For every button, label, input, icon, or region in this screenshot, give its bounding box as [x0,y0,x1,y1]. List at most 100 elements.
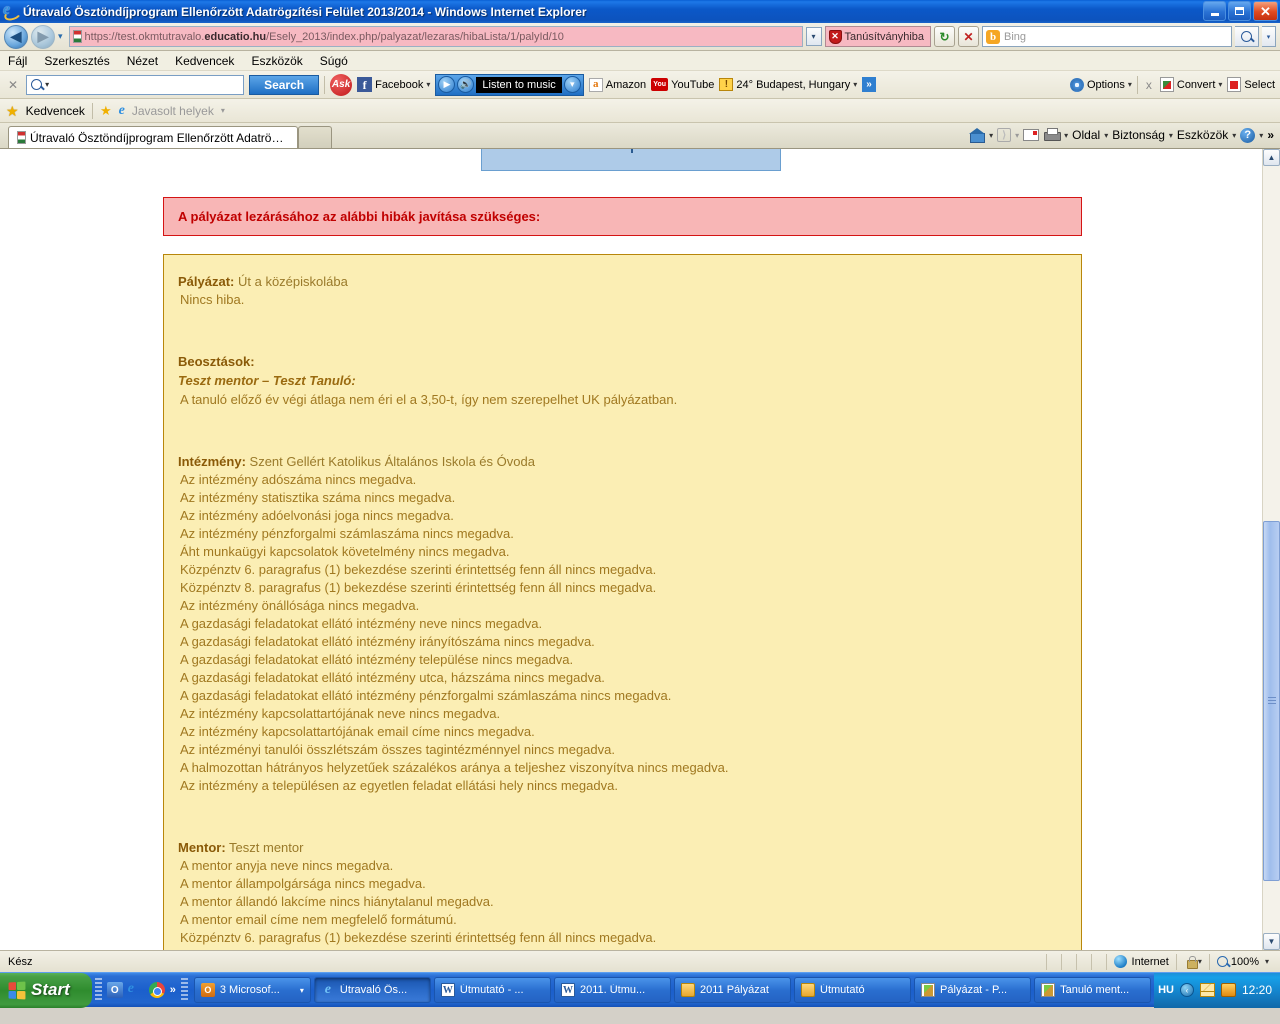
outlook-tray-icon[interactable] [1220,983,1236,997]
scroll-up-button[interactable]: ▲ [1263,149,1280,166]
weather-button[interactable]: ! 24° Budapest, Hungary ▾ [719,78,857,91]
chevron-down-icon[interactable]: ▾ [1265,957,1269,966]
volume-icon[interactable]: 🔊 [457,76,475,93]
favorites-divider [91,102,93,119]
internet-explorer-quicklaunch-icon[interactable]: e [128,982,144,998]
zoom-control[interactable]: 100% ▾ [1210,954,1276,970]
suggested-sites-button[interactable]: Javasolt helyek [132,104,214,118]
close-button[interactable]: ✕ [1253,1,1278,21]
facebook-button[interactable]: f Facebook ▾ [357,77,430,92]
window-title: Útravaló Ösztöndíjprogram Ellenőrzött Ad… [23,4,587,19]
search-go-button[interactable] [1235,26,1259,47]
suggested-sites-icon: e [118,102,125,118]
ask-search-input[interactable]: ▾ [26,74,245,95]
browser-search-input[interactable]: b Bing [982,26,1232,47]
taskbar-item[interactable]: 2011 Pályázat [673,977,792,1003]
menu-item-nezet[interactable]: Nézet [127,54,158,68]
refresh-button[interactable]: ↻ [934,26,955,47]
help-icon[interactable]: ? [1240,127,1256,143]
menu-item-fajl[interactable]: Fájl [8,54,27,68]
security-zone[interactable]: Internet [1107,954,1176,970]
scroll-down-button[interactable]: ▼ [1263,933,1280,950]
forward-button[interactable]: ▶ [31,24,55,49]
youtube-button[interactable]: You YouTube [651,78,714,91]
favorites-button[interactable]: Kedvencek [26,104,85,118]
tab-bar-tools: ▾ ⟩ ▾ ▾ Oldal ▾ Biztonság ▾ Eszközök ▾ ?… [969,122,1280,148]
maximize-button[interactable] [1228,1,1251,21]
taskbar-item[interactable]: Pályázat - P... [914,977,1032,1003]
menu-item-eszkozok[interactable]: Eszközök [251,54,302,68]
menu-item-kedvencek[interactable]: Kedvencek [175,54,234,68]
history-dropdown-icon[interactable]: ▾ [58,31,63,42]
close-pdf-toolbar-icon[interactable]: x [1143,78,1155,92]
amazon-button[interactable]: a Amazon [588,77,646,92]
play-icon[interactable]: ▶ [438,76,456,93]
chevron-down-icon[interactable]: ▾ [563,76,581,93]
toolbar-overflow-icon[interactable]: » [862,77,876,92]
chrome-quicklaunch-icon[interactable] [148,982,165,998]
scrollbar-thumb[interactable] [1263,521,1280,881]
page-scrollbar[interactable]: ▲ ▼ [1262,149,1280,950]
chevron-down-icon[interactable]: ▾ [1259,131,1263,140]
stop-button[interactable]: ✕ [958,26,979,47]
home-icon[interactable] [969,128,986,143]
select-button[interactable]: Select [1227,77,1275,92]
ask-search-button[interactable]: Search [249,74,320,95]
chevron-down-icon[interactable]: ▾ [300,986,304,995]
ask-logo-icon[interactable]: Ask [330,73,353,96]
close-toolbar-icon[interactable]: ✕ [5,78,21,92]
print-icon[interactable] [1043,128,1062,142]
address-dropdown-button[interactable]: ▾ [805,27,822,46]
taskbar-item[interactable]: Tanuló ment... [1034,977,1152,1003]
back-button[interactable]: ◀ [4,24,28,49]
convert-button[interactable]: Convert ▾ [1159,77,1222,92]
chevron-down-icon[interactable]: ▾ [1104,131,1108,140]
certificate-error-button[interactable]: ✕ Tanúsítványhiba [824,26,931,47]
menu-biztonsag[interactable]: Biztonság [1112,128,1165,142]
search-provider-dropdown[interactable]: ▾ [1262,26,1276,47]
mail-icon[interactable] [1023,129,1040,141]
document-icon [921,983,936,997]
minimize-button[interactable] [1203,1,1226,21]
taskbar-item[interactable]: W Útmutató - ... [433,977,551,1003]
taskbar-grip[interactable] [94,978,102,1002]
taskbar-item[interactable]: e Útravaló Ös... [313,977,431,1003]
listen-to-music-widget[interactable]: ▶ 🔊 Listen to music ▾ [435,73,584,96]
chevron-down-icon[interactable]: ▾ [989,131,993,140]
menu-item-sugo[interactable]: Súgó [320,54,348,68]
menu-oldal[interactable]: Oldal [1072,128,1100,142]
taskbar-item[interactable]: Útmutató [794,977,912,1003]
quicklaunch-overflow-icon[interactable]: » [170,984,176,996]
language-indicator[interactable]: HU [1158,984,1174,996]
menu-item-szerkesztes[interactable]: Szerkesztés [44,54,109,68]
taskbar-item[interactable]: O 3 Microsof... ▾ [193,977,311,1003]
toolbar-divider [324,75,326,94]
facebook-label: Facebook [375,78,424,91]
chevron-down-icon[interactable]: ▾ [1169,131,1173,140]
add-to-favorites-icon[interactable]: ★ [100,103,112,119]
taskbar-item[interactable]: W 2011. Útmu... [553,977,671,1003]
menu-eszkozok[interactable]: Eszközök [1177,128,1228,142]
error-line: Az intézmény adóelvonási joga nincs mega… [180,508,454,523]
show-hidden-icons-icon[interactable]: ‹ [1179,983,1194,997]
start-button[interactable]: Start [0,972,92,1008]
error-banner: A pályázat lezárásához az alábbi hibák j… [163,197,1082,236]
clock[interactable]: 12:20 [1242,983,1272,997]
tab-active[interactable]: Útravaló Ösztöndíjprogram Ellenőrzött Ad… [8,126,298,148]
chevron-down-icon[interactable]: ▾ [45,80,49,89]
chevron-down-icon[interactable]: ▾ [1232,131,1236,140]
outlook-quicklaunch-icon[interactable]: O [106,982,123,998]
chevron-down-icon[interactable]: ▾ [1064,131,1068,140]
toolbar-overflow-icon[interactable]: » [1267,128,1274,142]
options-button[interactable]: Options ▾ [1069,77,1132,92]
taskbar-grip[interactable] [180,978,188,1002]
chevron-down-icon[interactable]: ▾ [1198,957,1202,966]
new-tab-button[interactable] [298,126,332,148]
chevron-down-icon[interactable]: ▾ [221,106,225,115]
pdf-select-icon [1227,77,1242,92]
mail-tray-icon[interactable] [1199,983,1215,997]
error-details-panel: Pályázat: Út a középiskolába Nincs hiba. B… [163,254,1082,950]
protected-mode-indicator[interactable]: ▾ [1177,954,1209,970]
zone-label: Internet [1131,955,1169,968]
address-input[interactable]: https://test.okmtutravalo.educatio.hu/Es… [68,26,803,47]
